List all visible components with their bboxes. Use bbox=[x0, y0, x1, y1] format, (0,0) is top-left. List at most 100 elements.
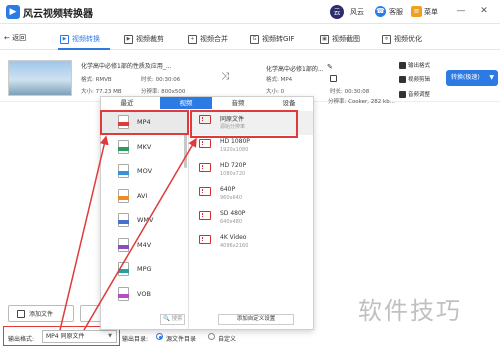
add-file-button[interactable]: 添加文件 bbox=[8, 305, 74, 322]
format-item-label: MKV bbox=[137, 142, 152, 151]
file-type-band bbox=[118, 171, 129, 175]
target-file-name: 化学高中必修1部的... bbox=[266, 66, 324, 73]
format-search-input[interactable]: 🔍 搜索 bbox=[160, 314, 185, 325]
user-name[interactable]: 风云 bbox=[350, 7, 364, 17]
source-file-name: 化学高中必修1部的性质及应用_... bbox=[81, 63, 172, 70]
resolution-size: 4096x2160 bbox=[220, 243, 249, 249]
resolution-item[interactable]: 640P 960x640 bbox=[190, 183, 313, 207]
app-title: 风云视频转换器 bbox=[23, 9, 93, 20]
format-item-mov[interactable]: MOV bbox=[101, 160, 188, 182]
radio-source-dir-label[interactable]: 源文件目录 bbox=[166, 334, 196, 343]
file-type-band bbox=[118, 269, 129, 273]
audio-icon bbox=[399, 90, 406, 98]
format-item-label: VOB bbox=[137, 289, 151, 298]
output-settings-icon[interactable] bbox=[330, 75, 337, 82]
radio-custom-dir-label[interactable]: 自定义 bbox=[218, 334, 236, 343]
video-file-icon bbox=[118, 262, 129, 276]
video-edit-link[interactable]: 视频剪辑 bbox=[399, 75, 430, 83]
resolution-item[interactable]: SD 480P 640x480 bbox=[190, 207, 313, 231]
resolution-size: 1920x1080 bbox=[220, 147, 249, 153]
video-file-icon bbox=[118, 237, 129, 252]
add-file-icon bbox=[17, 309, 25, 318]
convert-button[interactable]: 转换(极速) ▼ bbox=[446, 70, 498, 86]
target-format: 格式: MP4 bbox=[266, 77, 293, 83]
format-item-label: M4V bbox=[137, 240, 152, 249]
service-button[interactable]: 客服 bbox=[389, 7, 403, 17]
tab-video-convert[interactable]: ▶ 视频转换 bbox=[60, 30, 100, 48]
panel-tab-device[interactable]: 设备 bbox=[264, 97, 314, 109]
tab-video-gif[interactable]: G 视频转GIF bbox=[250, 30, 295, 48]
optimize-icon: ≑ bbox=[382, 34, 391, 44]
screenshot-icon: ▣ bbox=[320, 34, 329, 44]
annotation-highlight-box bbox=[100, 110, 189, 135]
format-item-label: MPG bbox=[137, 265, 152, 273]
film-icon bbox=[199, 211, 211, 220]
video-file-icon bbox=[118, 188, 129, 203]
target-duration: 时长: 00:30:08 bbox=[330, 89, 370, 95]
file-type-band bbox=[118, 220, 129, 224]
resolution-item[interactable]: HD 1080P 1920x1080 bbox=[190, 135, 313, 159]
app-logo-icon: ▶ bbox=[6, 5, 20, 19]
source-size: 大小: 77.23 MB bbox=[81, 89, 122, 95]
resolution-name: HD 720P bbox=[220, 162, 247, 169]
format-item-m4v[interactable]: M4V bbox=[101, 234, 188, 256]
gif-icon: G bbox=[250, 34, 259, 44]
resolution-item[interactable]: HD 720P 1080x720 bbox=[190, 159, 313, 183]
output-dir-label: 输出目录: bbox=[122, 336, 149, 343]
resolution-name: 640P bbox=[220, 186, 236, 193]
resolution-item[interactable]: 4K Video 4096x2160 bbox=[190, 231, 313, 255]
radio-source-dir[interactable] bbox=[156, 333, 163, 340]
format-item-label: MOV bbox=[137, 167, 153, 175]
crop-icon: ▶ bbox=[124, 34, 133, 44]
video-file-icon bbox=[118, 213, 129, 227]
radio-custom-dir[interactable] bbox=[208, 333, 215, 340]
tab-video-crop[interactable]: ▶ 视频裁剪 bbox=[124, 30, 164, 48]
tab-video-merge[interactable]: + 视频合并 bbox=[188, 30, 228, 48]
resolution-size: 640x480 bbox=[220, 219, 243, 225]
target-size: 大小: 0 bbox=[266, 89, 285, 95]
video-file-icon bbox=[118, 164, 129, 178]
user-avatar[interactable]: 云 bbox=[330, 5, 344, 19]
convert-icon: ▶ bbox=[60, 34, 69, 44]
resolution-name: 4K Video bbox=[220, 234, 247, 241]
output-format-link[interactable]: 输出格式 bbox=[399, 61, 430, 69]
resolution-size: 960x640 bbox=[220, 195, 243, 201]
video-thumbnail[interactable] bbox=[8, 60, 72, 96]
active-tab-indicator bbox=[58, 48, 110, 50]
close-button[interactable]: ✕ bbox=[478, 5, 490, 17]
panel-tab-audio[interactable]: 音频 bbox=[212, 97, 264, 109]
format-icon bbox=[399, 61, 406, 69]
watermark-text: 软件技巧 bbox=[358, 297, 462, 325]
format-item-mpg[interactable]: MPG bbox=[101, 258, 188, 280]
film-icon bbox=[199, 163, 211, 172]
format-item-avi[interactable]: AVI bbox=[101, 185, 188, 207]
file-type-band bbox=[118, 146, 129, 151]
file-type-band bbox=[118, 244, 129, 249]
panel-tab-recent[interactable]: 最近 bbox=[101, 97, 153, 109]
resolution-name: HD 1080P bbox=[220, 138, 250, 145]
merge-icon: + bbox=[188, 34, 197, 44]
target-resolution: 分辨率: Cooker, 282 kb... bbox=[328, 99, 395, 105]
format-item-vob[interactable]: VOB bbox=[101, 283, 188, 305]
film-icon bbox=[199, 187, 211, 196]
audio-adjust-link[interactable]: 音频调整 bbox=[399, 90, 430, 98]
source-format: 格式: RMVB bbox=[81, 77, 112, 83]
tab-video-screenshot[interactable]: ▣ 视频截图 bbox=[320, 30, 360, 48]
format-item-mkv[interactable]: MKV bbox=[101, 136, 188, 158]
resolution-size: 1080x720 bbox=[220, 171, 246, 177]
headset-icon[interactable]: ☎ bbox=[375, 6, 386, 17]
edit-name-icon[interactable]: ✎ bbox=[327, 63, 333, 71]
format-item-wmv[interactable]: WMV bbox=[101, 209, 188, 231]
menu-icon[interactable]: ≡ bbox=[411, 6, 422, 17]
panel-tab-video[interactable]: 视频 bbox=[160, 97, 212, 109]
add-custom-setting-button[interactable]: 添加自定义设置 bbox=[218, 314, 294, 325]
resolution-name: SD 480P bbox=[220, 210, 246, 217]
file-type-band bbox=[118, 195, 129, 200]
minimize-button[interactable]: — bbox=[455, 5, 467, 17]
menu-button[interactable]: 菜单 bbox=[424, 7, 438, 17]
format-item-label: AVI bbox=[137, 191, 148, 200]
tab-video-optimize[interactable]: ≑ 视频优化 bbox=[382, 30, 422, 48]
back-button[interactable]: ← 返回 bbox=[4, 33, 26, 43]
chevron-down-icon[interactable]: ▼ bbox=[489, 70, 494, 86]
source-duration: 时长: 00:30:06 bbox=[141, 77, 181, 83]
